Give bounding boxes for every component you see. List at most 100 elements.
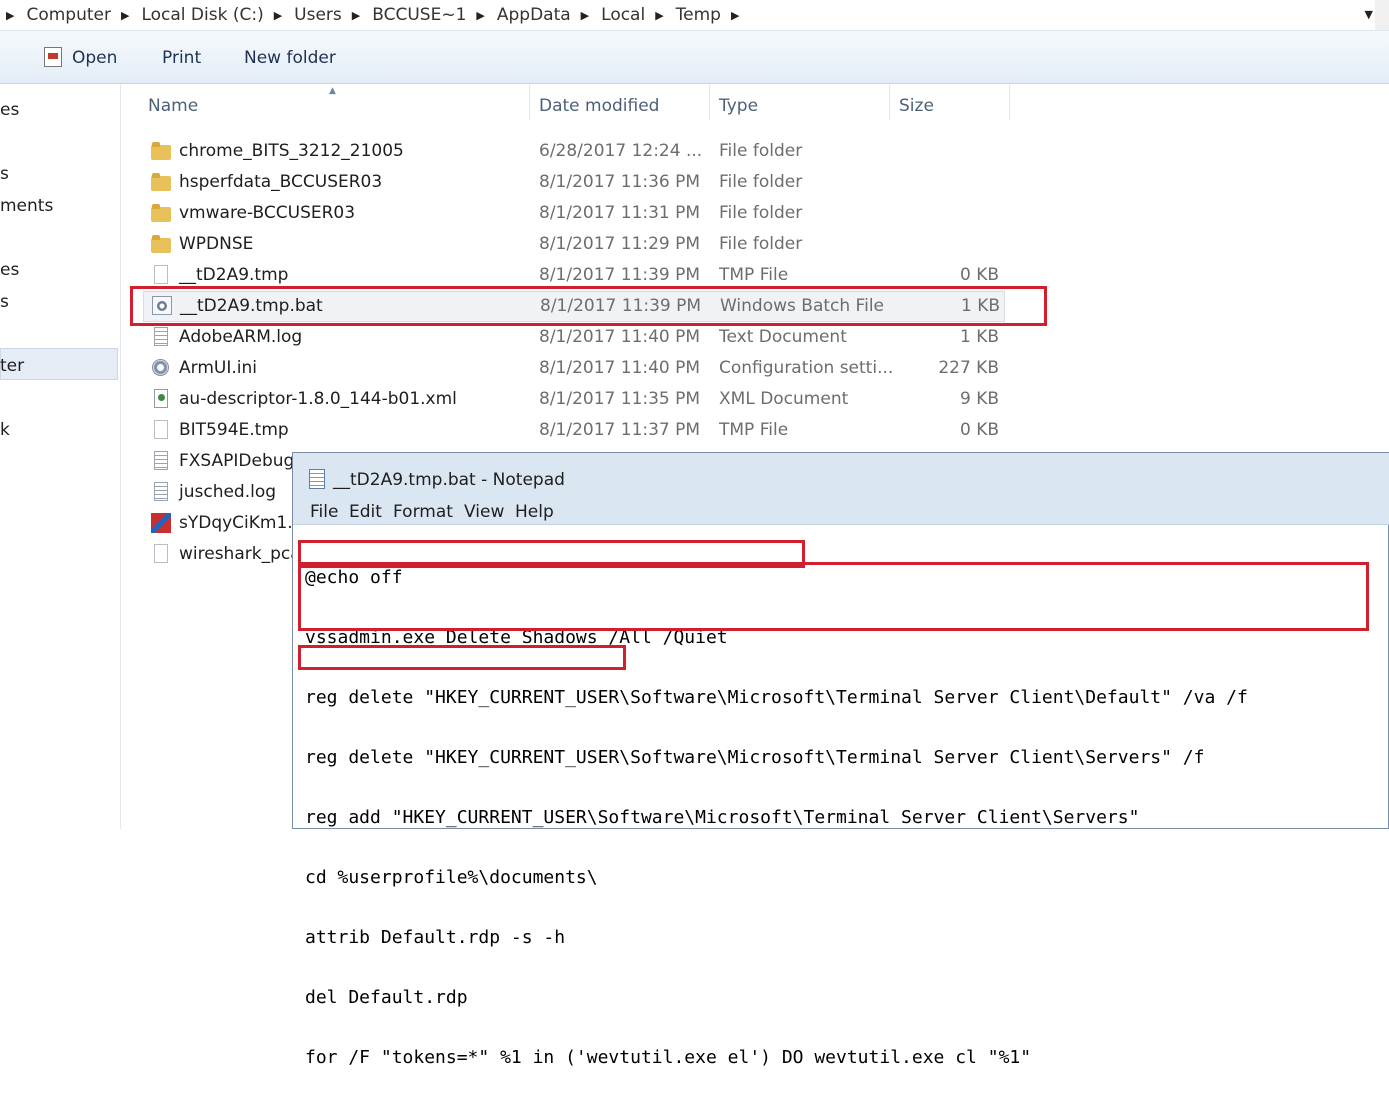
- breadcrumb-label[interactable]: BCCUSE~1: [372, 5, 466, 25]
- file-name: hsperfdata_BCCUSER03: [179, 172, 383, 192]
- print-button[interactable]: Print: [162, 48, 201, 68]
- file-date: 8/1/2017 11:40 PM: [539, 358, 701, 378]
- file-name: ArmUI.ini: [179, 358, 257, 378]
- highlight-box-batch-file: [130, 286, 1047, 326]
- chevron-right-icon[interactable]: ▶: [6, 9, 14, 22]
- address-bar[interactable]: ▶ Computer ▶ Local Disk (C:) ▶ Users ▶ B…: [0, 0, 1389, 31]
- file-type: TMP File: [719, 420, 789, 440]
- breadcrumb-computer[interactable]: ▶ Computer: [0, 5, 111, 25]
- highlight-box-reg-commands: [298, 562, 1369, 631]
- file-type: File folder: [719, 234, 803, 254]
- menu-view[interactable]: View: [464, 502, 504, 522]
- menu-help[interactable]: Help: [515, 502, 554, 522]
- file-type: File folder: [719, 141, 803, 161]
- breadcrumb-local-disk[interactable]: ▶ Local Disk (C:): [111, 5, 264, 25]
- file-date: 8/1/2017 11:31 PM: [539, 203, 701, 223]
- nav-item[interactable]: s: [0, 164, 9, 184]
- column-header-type[interactable]: Type: [719, 96, 758, 116]
- exe-file-icon: [151, 513, 171, 533]
- chevron-right-icon[interactable]: ▶: [121, 9, 129, 22]
- file-date: 8/1/2017 11:40 PM: [539, 327, 701, 347]
- chevron-right-icon[interactable]: ▶: [274, 9, 282, 22]
- file-name: AdobeARM.log: [179, 327, 303, 347]
- column-header-name[interactable]: Name: [148, 96, 198, 116]
- file-name: sYDqyCiKm1.e: [179, 513, 304, 533]
- menu-format[interactable]: Format: [393, 502, 453, 522]
- column-header-date[interactable]: Date modified: [539, 96, 659, 116]
- file-row[interactable]: chrome_BITS_3212_21005 6/28/2017 12:24 .…: [121, 136, 1389, 167]
- folder-icon: [151, 172, 171, 192]
- file-icon: [151, 420, 171, 440]
- navigation-pane[interactable]: es s ments es s ter k: [0, 84, 121, 829]
- file-size: 0 KB: [959, 420, 999, 440]
- scrollbar[interactable]: [1375, 0, 1389, 30]
- file-type: Configuration setti...: [719, 358, 894, 378]
- file-name: au-descriptor-1.8.0_144-b01.xml: [179, 389, 457, 409]
- file-name: __tD2A9.tmp: [179, 265, 289, 285]
- breadcrumb-label[interactable]: Local Disk (C:): [141, 5, 263, 25]
- menu-edit[interactable]: Edit: [349, 502, 382, 522]
- file-row[interactable]: ArmUI.ini 8/1/2017 11:40 PM Configuratio…: [121, 353, 1389, 384]
- nav-item[interactable]: es: [0, 100, 19, 120]
- breadcrumb-temp[interactable]: ▶ Temp ▶: [645, 5, 751, 25]
- breadcrumb-label[interactable]: Local: [601, 5, 645, 25]
- file-type: TMP File: [719, 265, 789, 285]
- file-icon: [151, 544, 171, 564]
- nav-item[interactable]: s: [0, 292, 9, 312]
- nav-item[interactable]: ter: [0, 356, 24, 376]
- new-folder-button[interactable]: New folder: [244, 48, 336, 68]
- file-row[interactable]: AdobeARM.log 8/1/2017 11:40 PM Text Docu…: [121, 322, 1389, 353]
- text-file-icon: [151, 451, 171, 471]
- file-size: 9 KB: [959, 389, 999, 409]
- column-divider[interactable]: [889, 84, 890, 120]
- nav-item[interactable]: k: [0, 420, 10, 440]
- open-button[interactable]: Open: [44, 47, 117, 68]
- folder-icon: [151, 203, 171, 223]
- chevron-down-icon[interactable]: ▼: [1365, 8, 1373, 21]
- file-date: 8/1/2017 11:35 PM: [539, 389, 701, 409]
- column-divider[interactable]: [1009, 84, 1010, 120]
- menu-bar: File Edit Format View Help: [293, 497, 1389, 525]
- column-divider[interactable]: [529, 84, 530, 120]
- chevron-right-icon[interactable]: ▶: [581, 9, 589, 22]
- file-row[interactable]: au-descriptor-1.8.0_144-b01.xml 8/1/2017…: [121, 384, 1389, 415]
- file-type: XML Document: [719, 389, 849, 409]
- notepad-title-bar[interactable]: __tD2A9.tmp.bat - Notepad: [293, 453, 1389, 497]
- window-title: __tD2A9.tmp.bat - Notepad: [333, 470, 565, 490]
- breadcrumb-users[interactable]: ▶ Users: [264, 5, 342, 25]
- breadcrumb-local[interactable]: ▶ Local: [571, 5, 646, 25]
- xml-file-icon: [151, 389, 171, 409]
- file-date: 8/1/2017 11:36 PM: [539, 172, 701, 192]
- breadcrumb-label[interactable]: Temp: [676, 5, 721, 25]
- chevron-right-icon[interactable]: ▶: [731, 9, 739, 22]
- file-date: 6/28/2017 12:24 ...: [539, 141, 703, 161]
- nav-item[interactable]: ments: [0, 196, 53, 216]
- column-header-size[interactable]: Size: [899, 96, 934, 116]
- highlight-box-attrib: [298, 645, 626, 670]
- file-name: chrome_BITS_3212_21005: [179, 141, 404, 161]
- chevron-right-icon[interactable]: ▶: [352, 9, 360, 22]
- file-row[interactable]: vmware-BCCUSER03 8/1/2017 11:31 PM File …: [121, 198, 1389, 229]
- code-line: reg delete "HKEY_CURRENT_USER\Software\M…: [305, 747, 1205, 768]
- breadcrumb-appdata[interactable]: ▶ AppData: [466, 5, 570, 25]
- column-divider[interactable]: [709, 84, 710, 120]
- open-file-icon: [44, 47, 62, 67]
- code-line: reg delete "HKEY_CURRENT_USER\Software\M…: [305, 687, 1248, 708]
- code-line: attrib Default.rdp -s -h: [305, 927, 566, 948]
- breadcrumb-user[interactable]: ▶ BCCUSE~1: [342, 5, 467, 25]
- file-date: 8/1/2017 11:39 PM: [539, 265, 701, 285]
- file-row[interactable]: hsperfdata_BCCUSER03 8/1/2017 11:36 PM F…: [121, 167, 1389, 198]
- file-name: WPDNSE: [179, 234, 254, 254]
- breadcrumb-label[interactable]: Users: [294, 5, 342, 25]
- chevron-right-icon[interactable]: ▶: [655, 9, 663, 22]
- notepad-window[interactable]: __tD2A9.tmp.bat - Notepad File Edit Form…: [292, 452, 1389, 1068]
- file-row[interactable]: WPDNSE 8/1/2017 11:29 PM File folder: [121, 229, 1389, 260]
- chevron-right-icon[interactable]: ▶: [476, 9, 484, 22]
- breadcrumb-label[interactable]: Computer: [26, 5, 111, 25]
- notepad-icon: [309, 469, 325, 489]
- file-row[interactable]: BIT594E.tmp 8/1/2017 11:37 PM TMP File 0…: [121, 415, 1389, 446]
- breadcrumb-label[interactable]: AppData: [497, 5, 571, 25]
- file-icon: [151, 265, 171, 285]
- menu-file[interactable]: File: [310, 502, 338, 522]
- nav-item[interactable]: es: [0, 260, 19, 280]
